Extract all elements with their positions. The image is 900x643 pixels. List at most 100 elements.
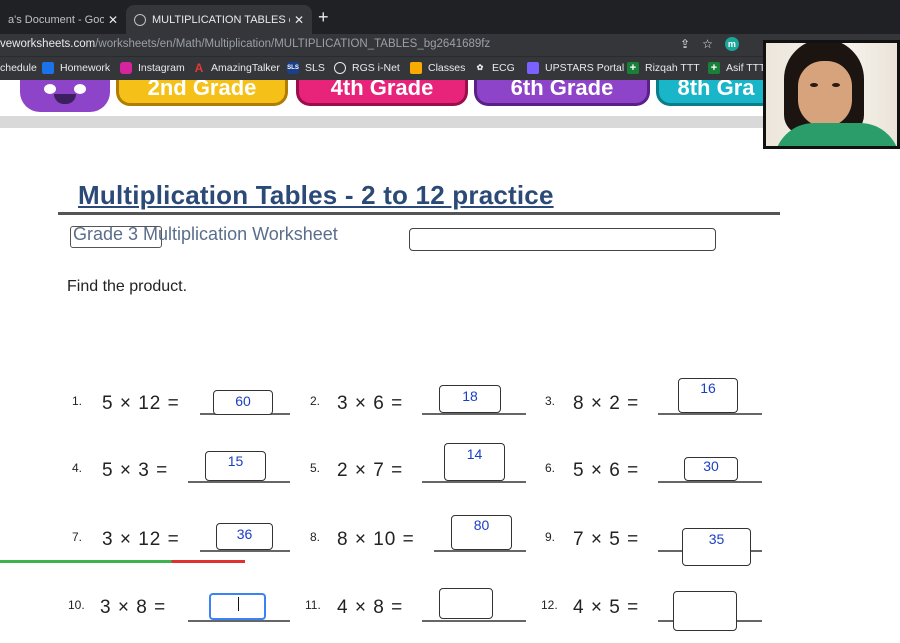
answer-box[interactable]: 30: [684, 457, 738, 481]
tab-title: a's Document - Google D: [8, 13, 104, 26]
bookmark-label: RGS i-Net: [352, 62, 400, 74]
problem-expression: 3 × 12 =: [102, 529, 180, 550]
answer-box[interactable]: 15: [205, 451, 266, 481]
letter-a-icon: A: [194, 61, 204, 75]
answer-line: [188, 620, 290, 622]
webcam-person-face: [798, 61, 852, 127]
problem-expression: 4 × 5 =: [573, 597, 640, 618]
tab-google-doc[interactable]: a's Document - Google D ✕: [0, 5, 126, 34]
problem-expression: 8 × 2 =: [573, 393, 640, 414]
grade-2-button[interactable]: 2nd Grade: [116, 80, 288, 106]
grade-4-button[interactable]: 4th Grade: [296, 80, 468, 106]
mascot-eye: [74, 84, 86, 94]
problem-expression: 5 × 12 =: [102, 393, 180, 414]
upstars-icon: [527, 62, 539, 74]
new-tab-button[interactable]: +: [318, 8, 329, 26]
answer-box[interactable]: 35: [682, 528, 751, 566]
worksheet-title: Multiplication Tables - 2 to 12 practice: [78, 180, 554, 210]
problem-number: 5.: [310, 461, 321, 475]
classroom-icon: [410, 62, 422, 74]
bookmark-rgs-inet[interactable]: RGS i-Net: [334, 62, 400, 74]
problem-number: 2.: [310, 394, 321, 408]
tab-title: MULTIPLICATION TABLES onli: [152, 13, 290, 26]
answer-box[interactable]: [673, 591, 737, 631]
problem-expression: 7 × 5 =: [573, 529, 640, 550]
grade-6-button[interactable]: 6th Grade: [474, 80, 650, 106]
answer-box[interactable]: 18: [439, 385, 501, 413]
name-input[interactable]: [409, 228, 716, 251]
bookmark-schedule[interactable]: chedule: [0, 62, 37, 74]
divider-bar: [0, 116, 780, 128]
ecg-icon: ✿: [476, 63, 484, 72]
share-icon[interactable]: ⇪: [680, 37, 690, 51]
url-text[interactable]: veworksheets.com/worksheets/en/Math/Mult…: [0, 38, 490, 50]
problem-number: 4.: [72, 461, 83, 475]
problem-expression: 3 × 8 =: [100, 597, 167, 618]
problem-number: 9.: [545, 530, 556, 544]
grade-8-button[interactable]: 8th Gra: [656, 80, 776, 106]
plus-icon: +: [627, 62, 639, 74]
problem-number: 11.: [305, 598, 321, 612]
problem-expression: 3 × 6 =: [337, 393, 404, 414]
problem-number: 3.: [545, 394, 556, 408]
bottom-color-strip: [0, 560, 245, 563]
bookmark-label: Homework: [60, 62, 111, 74]
bookmark-label: UPSTARS Portal: [545, 62, 625, 74]
url-path: /worksheets/en/Math/Multiplication/MULTI…: [95, 38, 491, 50]
worksheet-subtitle: Grade 3 Multiplication Worksheet: [73, 224, 338, 244]
mascot-mouth: [54, 94, 76, 104]
bookmark-label: AmazingTalker: [211, 62, 280, 74]
text-cursor: [238, 597, 239, 611]
bookmark-label: Classes: [428, 62, 466, 74]
extension-icon[interactable]: m: [724, 37, 739, 51]
problem-expression: 8 × 10 =: [337, 529, 415, 550]
tab-multiplication-tables[interactable]: MULTIPLICATION TABLES onli ✕: [126, 5, 312, 34]
bookmark-amazingtalker[interactable]: A AmazingTalker: [193, 62, 280, 74]
bookmark-instagram[interactable]: Instagram: [120, 62, 185, 74]
bookmark-label: ECG: [492, 62, 515, 74]
webcam-person-eye: [810, 83, 818, 87]
answer-box[interactable]: 16: [678, 378, 738, 413]
close-icon[interactable]: ✕: [108, 13, 118, 27]
answer-box[interactable]: 36: [216, 523, 273, 550]
problem-number: 8.: [310, 530, 321, 544]
instagram-icon: [120, 62, 132, 74]
answer-box[interactable]: 14: [444, 443, 505, 481]
answer-box[interactable]: 60: [213, 390, 273, 415]
problem-number: 6.: [545, 461, 556, 475]
url-domain: veworksheets.com: [0, 38, 96, 50]
answer-line: [200, 550, 290, 552]
answer-box[interactable]: [439, 588, 493, 619]
answer-line: [422, 620, 526, 622]
bookmark-label: Instagram: [138, 62, 185, 74]
problem-expression: 5 × 6 =: [573, 460, 640, 481]
answer-box[interactable]: 80: [451, 515, 512, 550]
problem-number: 1.: [72, 394, 83, 408]
answer-line: [188, 481, 290, 483]
bookmark-ecg[interactable]: ✿ ECG: [474, 62, 515, 74]
bookmark-classes[interactable]: Classes: [410, 62, 465, 74]
problem-expression: 4 × 8 =: [337, 597, 404, 618]
bookmark-icon: [42, 62, 54, 74]
bookmark-rizqah-ttt[interactable]: + Rizqah TTT: [627, 62, 700, 74]
globe-icon: [134, 13, 146, 26]
web-page: 2nd Grade 4th Grade 6th Grade 8th Gra: [0, 80, 900, 643]
bookmark-label: SLS: [305, 62, 325, 74]
monster-mascot-icon: [20, 80, 110, 112]
star-icon[interactable]: ☆: [702, 37, 713, 51]
mascot-eye: [44, 84, 56, 94]
problem-expression: 2 × 7 =: [337, 460, 404, 481]
bookmark-upstars[interactable]: UPSTARS Portal: [527, 62, 624, 74]
sls-icon: SLS: [287, 62, 299, 74]
answer-line: [658, 413, 762, 415]
bookmark-asif-ttt[interactable]: + Asif TTT: [708, 62, 765, 74]
bookmark-homework[interactable]: Homework: [42, 62, 110, 74]
close-icon[interactable]: ✕: [294, 13, 304, 27]
webcam-person-eye: [832, 83, 840, 87]
bookmark-label: Rizqah TTT: [645, 62, 700, 74]
answer-line: [434, 550, 526, 552]
globe-icon: [334, 62, 346, 74]
bookmark-sls[interactable]: SLS SLS: [287, 62, 325, 74]
problem-number: 10.: [68, 598, 85, 612]
plus-icon: +: [708, 62, 720, 74]
